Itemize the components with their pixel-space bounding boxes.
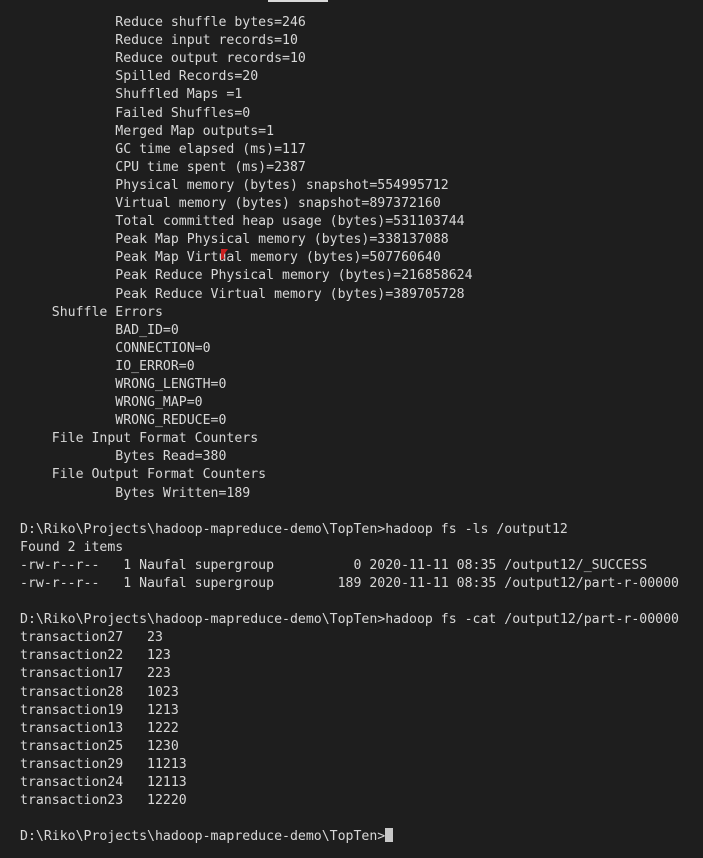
terminal-line: CONNECTION=0: [20, 340, 211, 356]
terminal-line: transaction13 1222: [20, 720, 179, 736]
terminal-line: WRONG_REDUCE=0: [20, 413, 227, 429]
terminal-line: Found 2 items: [20, 539, 124, 555]
terminal-line: Merged Map outputs=1: [20, 123, 275, 139]
terminal-line: File Output Format Counters: [20, 467, 267, 483]
terminal-line: Peak Reduce Physical memory (bytes)=2168…: [20, 268, 473, 284]
terminal-line: transaction22 123: [20, 648, 171, 664]
terminal-line: transaction17 223: [20, 666, 171, 682]
terminal-line: Peak Map Physical memory (bytes)=3381370…: [20, 232, 449, 248]
terminal-line: Spilled Records=20: [20, 69, 259, 85]
terminal-line: Failed Shuffles=0: [20, 105, 251, 121]
terminal-window[interactable]: Reduce shuffle bytes=246 Reduce input re…: [0, 0, 703, 858]
terminal-line: -rw-r--r-- 1 Naufal supergroup 0 2020-11…: [20, 557, 648, 573]
terminal-line: Peak Map Virtual memory (bytes)=50776064…: [20, 250, 441, 266]
terminal-screen-buffer[interactable]: Reduce shuffle bytes=246 Reduce input re…: [20, 0, 679, 846]
terminal-line: File Input Format Counters: [20, 431, 259, 447]
prompt-line: D:\Riko\Projects\hadoop-mapreduce-demo\T…: [20, 828, 679, 846]
terminal-line: transaction29 11213: [20, 756, 187, 772]
terminal-line: transaction25 1230: [20, 738, 179, 754]
prompt-text: D:\Riko\Projects\hadoop-mapreduce-demo\T…: [20, 829, 386, 845]
terminal-line: WRONG_LENGTH=0: [20, 376, 227, 392]
terminal-line: Reduce output records=10: [20, 51, 306, 67]
terminal-line: Peak Reduce Virtual memory (bytes)=38970…: [20, 286, 465, 302]
terminal-line: transaction24 12113: [20, 775, 187, 791]
terminal-line: Virtual memory (bytes) snapshot=89737216…: [20, 196, 441, 212]
terminal-line: transaction19 1213: [20, 702, 179, 718]
terminal-line: Physical memory (bytes) snapshot=5549957…: [20, 177, 449, 193]
terminal-line: GC time elapsed (ms)=117: [20, 141, 306, 157]
terminal-line: transaction28 1023: [20, 684, 179, 700]
terminal-line: Bytes Read=380: [20, 449, 227, 465]
terminal-line: Reduce input records=10: [20, 33, 298, 49]
terminal-line: Reduce shuffle bytes=246: [20, 15, 306, 31]
terminal-line: WRONG_MAP=0: [20, 395, 203, 411]
terminal-line: D:\Riko\Projects\hadoop-mapreduce-demo\T…: [20, 612, 679, 628]
terminal-line: -rw-r--r-- 1 Naufal supergroup 189 2020-…: [20, 576, 679, 591]
terminal-line: Shuffle Errors: [20, 304, 163, 320]
text-cursor: [385, 828, 394, 843]
terminal-line: IO_ERROR=0: [20, 358, 195, 374]
terminal-line: CPU time spent (ms)=2387: [20, 159, 306, 175]
terminal-line: Shuffled Maps =1: [20, 87, 243, 103]
terminal-line: D:\Riko\Projects\hadoop-mapreduce-demo\T…: [20, 521, 568, 537]
terminal-line: transaction27 23: [20, 630, 163, 646]
terminal-line: transaction23 12220: [20, 793, 187, 809]
terminal-line: BAD_ID=0: [20, 322, 179, 338]
terminal-line: Total committed heap usage (bytes)=53110…: [20, 214, 465, 230]
terminal-line: Bytes Written=189: [20, 485, 251, 501]
